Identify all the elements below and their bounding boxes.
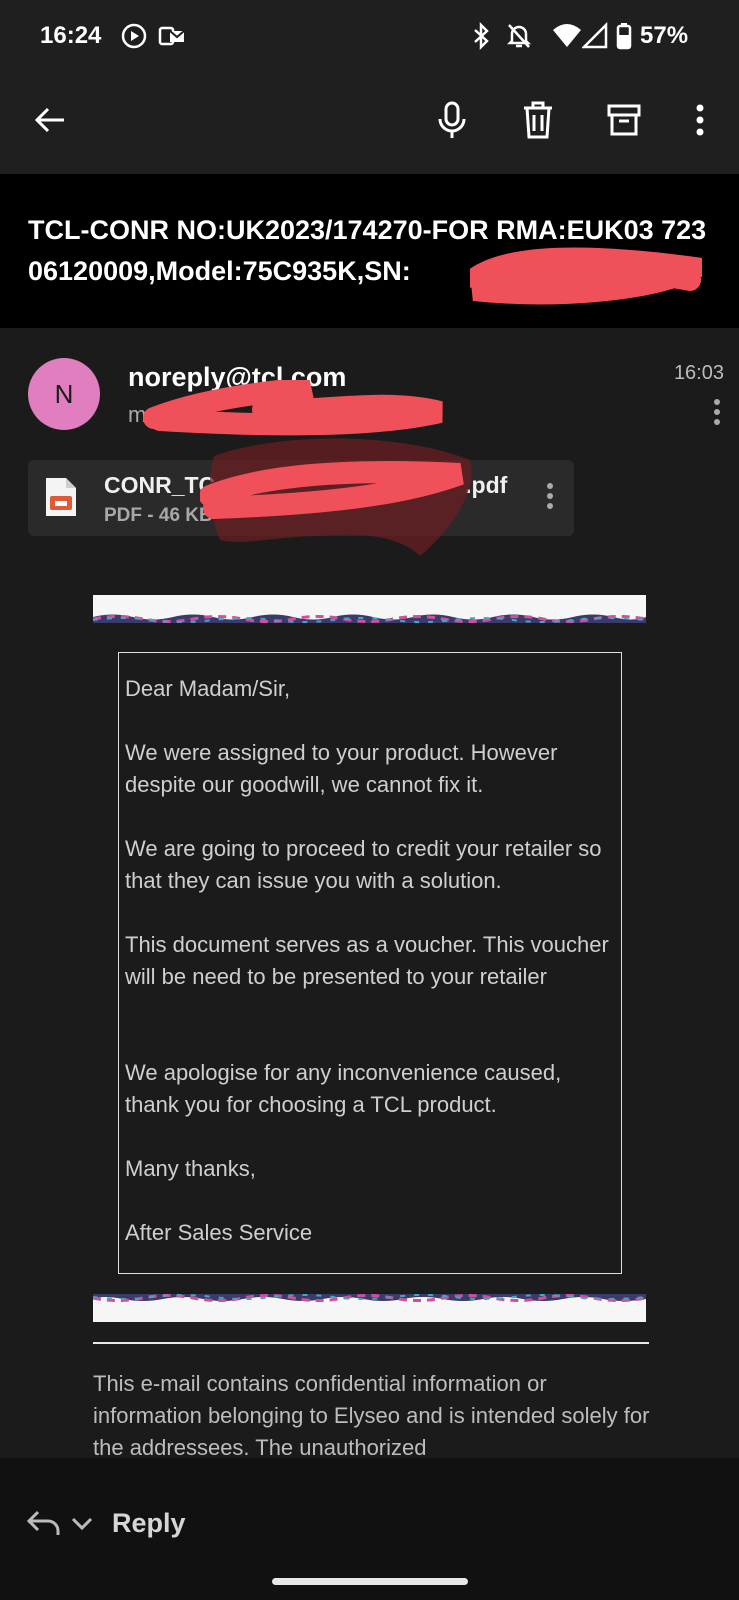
email-bottom-banner xyxy=(93,1294,646,1322)
wifi-icon xyxy=(552,22,582,55)
message-time: 16:03 xyxy=(673,362,724,384)
status-time: 16:24 xyxy=(40,22,102,49)
microphone-icon xyxy=(435,100,469,145)
attachment-meta: PDF - 46 KB xyxy=(104,505,213,526)
reply-icon[interactable] xyxy=(26,1508,62,1543)
body-paragraph-4: We apologise for any inconvenience cause… xyxy=(125,1060,562,1117)
archive-icon xyxy=(606,102,642,143)
delete-button[interactable] xyxy=(510,94,566,150)
body-paragraph-3: This document serves as a voucher. This … xyxy=(125,932,609,989)
reply-button[interactable]: Reply xyxy=(112,1508,186,1539)
mute-icon xyxy=(506,22,532,55)
subject-redaction-scribble xyxy=(470,247,702,305)
message-more-button[interactable] xyxy=(713,398,721,431)
back-button[interactable] xyxy=(22,94,78,150)
gesture-nav-handle[interactable] xyxy=(272,1578,468,1585)
outlook-notification-icon xyxy=(158,22,186,55)
body-greeting: Dear Madam/Sir, xyxy=(125,676,291,701)
bluetooth-icon xyxy=(470,21,492,55)
reply-bar: Reply xyxy=(0,1458,739,1600)
footer-divider xyxy=(93,1342,649,1344)
chevron-down-icon[interactable] xyxy=(70,1516,94,1537)
attachment-more-icon[interactable] xyxy=(546,482,554,515)
delete-icon xyxy=(520,100,556,145)
recipient-redaction-scribble xyxy=(143,380,443,436)
email-body-card: Dear Madam/Sir, We were assigned to your… xyxy=(118,652,622,1274)
back-arrow-icon xyxy=(32,102,68,143)
media-icon xyxy=(120,22,148,55)
confidentiality-footer: This e-mail contains confidential inform… xyxy=(93,1371,650,1460)
body-closing: Many thanks, xyxy=(125,1156,256,1181)
pdf-file-icon xyxy=(44,476,78,523)
attachment-redaction-scribble xyxy=(200,438,472,556)
subject-header: TCL-CONR NO:UK2023/174270-FOR RMA:EUK03 … xyxy=(0,174,739,328)
status-bar: 16:24 57% xyxy=(0,0,739,72)
signal-icon xyxy=(580,21,608,55)
avatar[interactable]: N xyxy=(28,358,100,430)
email-top-banner xyxy=(93,595,646,623)
battery-icon xyxy=(616,22,632,55)
app-bar xyxy=(0,72,739,174)
more-vert-icon xyxy=(695,104,705,141)
voice-button[interactable] xyxy=(424,94,480,150)
body-paragraph-2: We are going to proceed to credit your r… xyxy=(125,836,602,893)
more-options-button[interactable] xyxy=(672,94,728,150)
battery-percent: 57% xyxy=(640,22,689,49)
archive-button[interactable] xyxy=(596,94,652,150)
body-signature: After Sales Service xyxy=(125,1220,313,1245)
body-paragraph-1: We were assigned to your product. Howeve… xyxy=(125,740,558,797)
more-vert-icon xyxy=(713,399,721,430)
